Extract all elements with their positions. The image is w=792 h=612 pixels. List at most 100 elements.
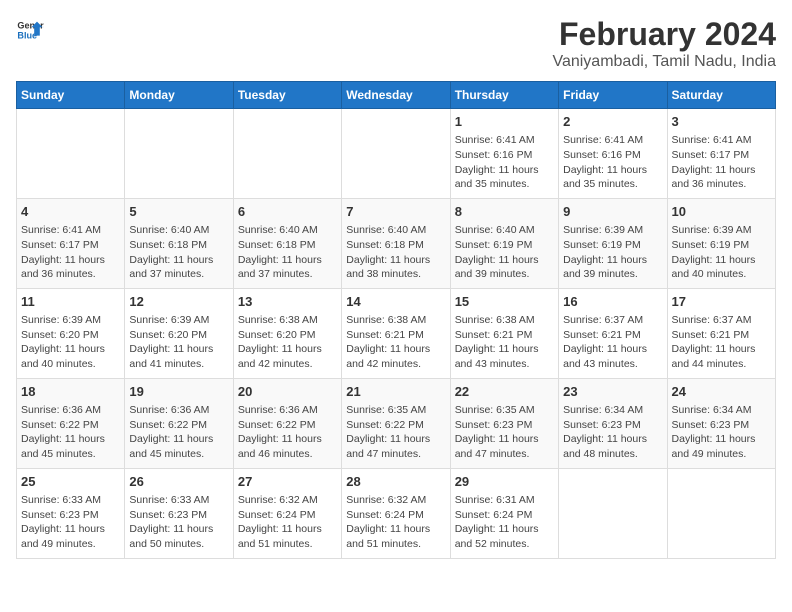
day-detail: Sunrise: 6:38 AM [346, 313, 445, 328]
day-detail: Daylight: 11 hours and 36 minutes. [672, 163, 771, 192]
day-detail: Daylight: 11 hours and 39 minutes. [563, 253, 662, 282]
calendar-cell: 26Sunrise: 6:33 AMSunset: 6:23 PMDayligh… [125, 468, 233, 558]
calendar-week-row: 25Sunrise: 6:33 AMSunset: 6:23 PMDayligh… [17, 468, 776, 558]
day-number: 4 [21, 203, 120, 221]
calendar-cell: 12 Sunrise: 6:39 AMSunset: 6:20 PMDayligh… [125, 288, 233, 378]
day-detail: Sunset: 6:19 PM [455, 238, 554, 253]
day-detail: Sunset: 6:21 PM [672, 328, 771, 343]
day-detail: Sunrise: 6:36 AM [129, 403, 228, 418]
day-detail: Sunset: 6:16 PM [455, 148, 554, 163]
calendar-cell: 25Sunrise: 6:33 AMSunset: 6:23 PMDayligh… [17, 468, 125, 558]
calendar-cell: 1Sunrise: 6:41 AMSunset: 6:16 PMDaylight… [450, 109, 558, 199]
day-number: 23 [563, 383, 662, 401]
day-detail: Sunrise: 6:36 AM [238, 403, 337, 418]
day-detail: Sunset: 6:24 PM [346, 508, 445, 523]
day-number: 1 [455, 113, 554, 131]
day-detail: Sunset: 6:18 PM [238, 238, 337, 253]
column-header-tuesday: Tuesday [233, 82, 341, 109]
day-detail: Sunset: 6:20 PM [129, 328, 228, 343]
day-detail: Daylight: 11 hours and 51 minutes. [346, 522, 445, 551]
calendar-cell: 22 Sunrise: 6:35 AMSunset: 6:23 PMDayligh… [450, 378, 558, 468]
day-number: 13 [238, 293, 337, 311]
day-detail: Sunset: 6:24 PM [238, 508, 337, 523]
day-detail: Daylight: 11 hours and 49 minutes. [21, 522, 120, 551]
calendar-cell: 9Sunrise: 6:39 AMSunset: 6:19 PMDaylight… [559, 198, 667, 288]
day-detail: Sunset: 6:23 PM [563, 418, 662, 433]
calendar-cell: 7Sunrise: 6:40 AMSunset: 6:18 PMDaylight… [342, 198, 450, 288]
day-number: 22 [455, 383, 554, 401]
day-detail: Sunset: 6:21 PM [455, 328, 554, 343]
day-number: 5 [129, 203, 228, 221]
day-detail: Daylight: 11 hours and 42 minutes. [238, 342, 337, 371]
day-detail: Daylight: 11 hours and 52 minutes. [455, 522, 554, 551]
calendar-week-row: 11Sunrise: 6:39 AMSunset: 6:20 PMDayligh… [17, 288, 776, 378]
day-detail: Sunset: 6:17 PM [672, 148, 771, 163]
calendar-cell: 17Sunrise: 6:37 AMSunset: 6:21 PMDayligh… [667, 288, 775, 378]
column-header-monday: Monday [125, 82, 233, 109]
title-block: February 2024 Vaniyambadi, Tamil Nadu, I… [552, 16, 776, 71]
day-number: 19 [129, 383, 228, 401]
calendar-cell: 20Sunrise: 6:36 AMSunset: 6:22 PMDayligh… [233, 378, 341, 468]
calendar-cell [342, 109, 450, 199]
day-detail: Sunrise: 6:40 AM [129, 223, 228, 238]
day-detail: Sunrise: 6:39 AM [129, 313, 228, 328]
day-detail: Sunset: 6:22 PM [346, 418, 445, 433]
day-detail: Sunset: 6:23 PM [672, 418, 771, 433]
day-detail: Daylight: 11 hours and 41 minutes. [129, 342, 228, 371]
calendar-cell: 14Sunrise: 6:38 AMSunset: 6:21 PMDayligh… [342, 288, 450, 378]
day-detail: Sunrise: 6:34 AM [672, 403, 771, 418]
day-detail: Sunset: 6:23 PM [455, 418, 554, 433]
day-number: 25 [21, 473, 120, 491]
day-detail: Daylight: 11 hours and 37 minutes. [129, 253, 228, 282]
calendar-week-row: 18Sunrise: 6:36 AMSunset: 6:22 PMDayligh… [17, 378, 776, 468]
day-detail: Sunrise: 6:38 AM [455, 313, 554, 328]
day-detail: Sunrise: 6:37 AM [563, 313, 662, 328]
day-detail: Sunrise: 6:41 AM [21, 223, 120, 238]
day-detail: Sunset: 6:22 PM [129, 418, 228, 433]
day-detail: Sunrise: 6:39 AM [21, 313, 120, 328]
day-detail: Daylight: 11 hours and 45 minutes. [129, 432, 228, 461]
calendar-cell: 13Sunrise: 6:38 AMSunset: 6:20 PMDayligh… [233, 288, 341, 378]
calendar-cell: 21Sunrise: 6:35 AMSunset: 6:22 PMDayligh… [342, 378, 450, 468]
day-detail: Sunrise: 6:32 AM [346, 493, 445, 508]
day-detail: Daylight: 11 hours and 37 minutes. [238, 253, 337, 282]
day-number: 27 [238, 473, 337, 491]
calendar-cell: 24Sunrise: 6:34 AMSunset: 6:23 PMDayligh… [667, 378, 775, 468]
day-detail: Sunset: 6:21 PM [563, 328, 662, 343]
calendar-week-row: 4Sunrise: 6:41 AMSunset: 6:17 PMDaylight… [17, 198, 776, 288]
day-detail: Daylight: 11 hours and 47 minutes. [455, 432, 554, 461]
calendar-cell: 18Sunrise: 6:36 AMSunset: 6:22 PMDayligh… [17, 378, 125, 468]
day-detail: Sunrise: 6:41 AM [672, 133, 771, 148]
day-detail: Sunrise: 6:36 AM [21, 403, 120, 418]
day-detail: Sunrise: 6:39 AM [563, 223, 662, 238]
day-detail: Sunrise: 6:34 AM [563, 403, 662, 418]
calendar-cell [233, 109, 341, 199]
calendar-cell [667, 468, 775, 558]
day-number: 12 [129, 293, 228, 311]
day-detail: Sunrise: 6:32 AM [238, 493, 337, 508]
column-header-friday: Friday [559, 82, 667, 109]
day-number: 2 [563, 113, 662, 131]
day-number: 9 [563, 203, 662, 221]
day-number: 10 [672, 203, 771, 221]
day-detail: Sunrise: 6:41 AM [563, 133, 662, 148]
day-number: 15 [455, 293, 554, 311]
calendar-week-row: 1 Sunrise: 6:41 AM Sunset: 6:16 PM Daylight… [17, 109, 776, 199]
day-detail: Daylight: 11 hours and 43 minutes. [455, 342, 554, 371]
column-header-wednesday: Wednesday [342, 82, 450, 109]
calendar-cell: 28Sunrise: 6:32 AMSunset: 6:24 PMDayligh… [342, 468, 450, 558]
day-detail: Daylight: 11 hours and 40 minutes. [21, 342, 120, 371]
day-detail: Sunset: 6:23 PM [21, 508, 120, 523]
day-number: 8 [455, 203, 554, 221]
calendar-cell [125, 109, 233, 199]
day-detail: Daylight: 11 hours and 40 minutes. [672, 253, 771, 282]
day-detail: Sunrise: 6:40 AM [238, 223, 337, 238]
day-detail: Sunrise: 6:31 AM [455, 493, 554, 508]
day-detail: Daylight: 11 hours and 48 minutes. [563, 432, 662, 461]
calendar-cell [17, 109, 125, 199]
day-number: 16 [563, 293, 662, 311]
calendar-cell: 19 Sunrise: 6:36 AMSunset: 6:22 PMDayligh… [125, 378, 233, 468]
day-detail: Sunrise: 6:35 AM [455, 403, 554, 418]
day-detail: Daylight: 11 hours and 43 minutes. [563, 342, 662, 371]
page-header: General Blue February 2024 Vaniyambadi, … [16, 16, 776, 71]
